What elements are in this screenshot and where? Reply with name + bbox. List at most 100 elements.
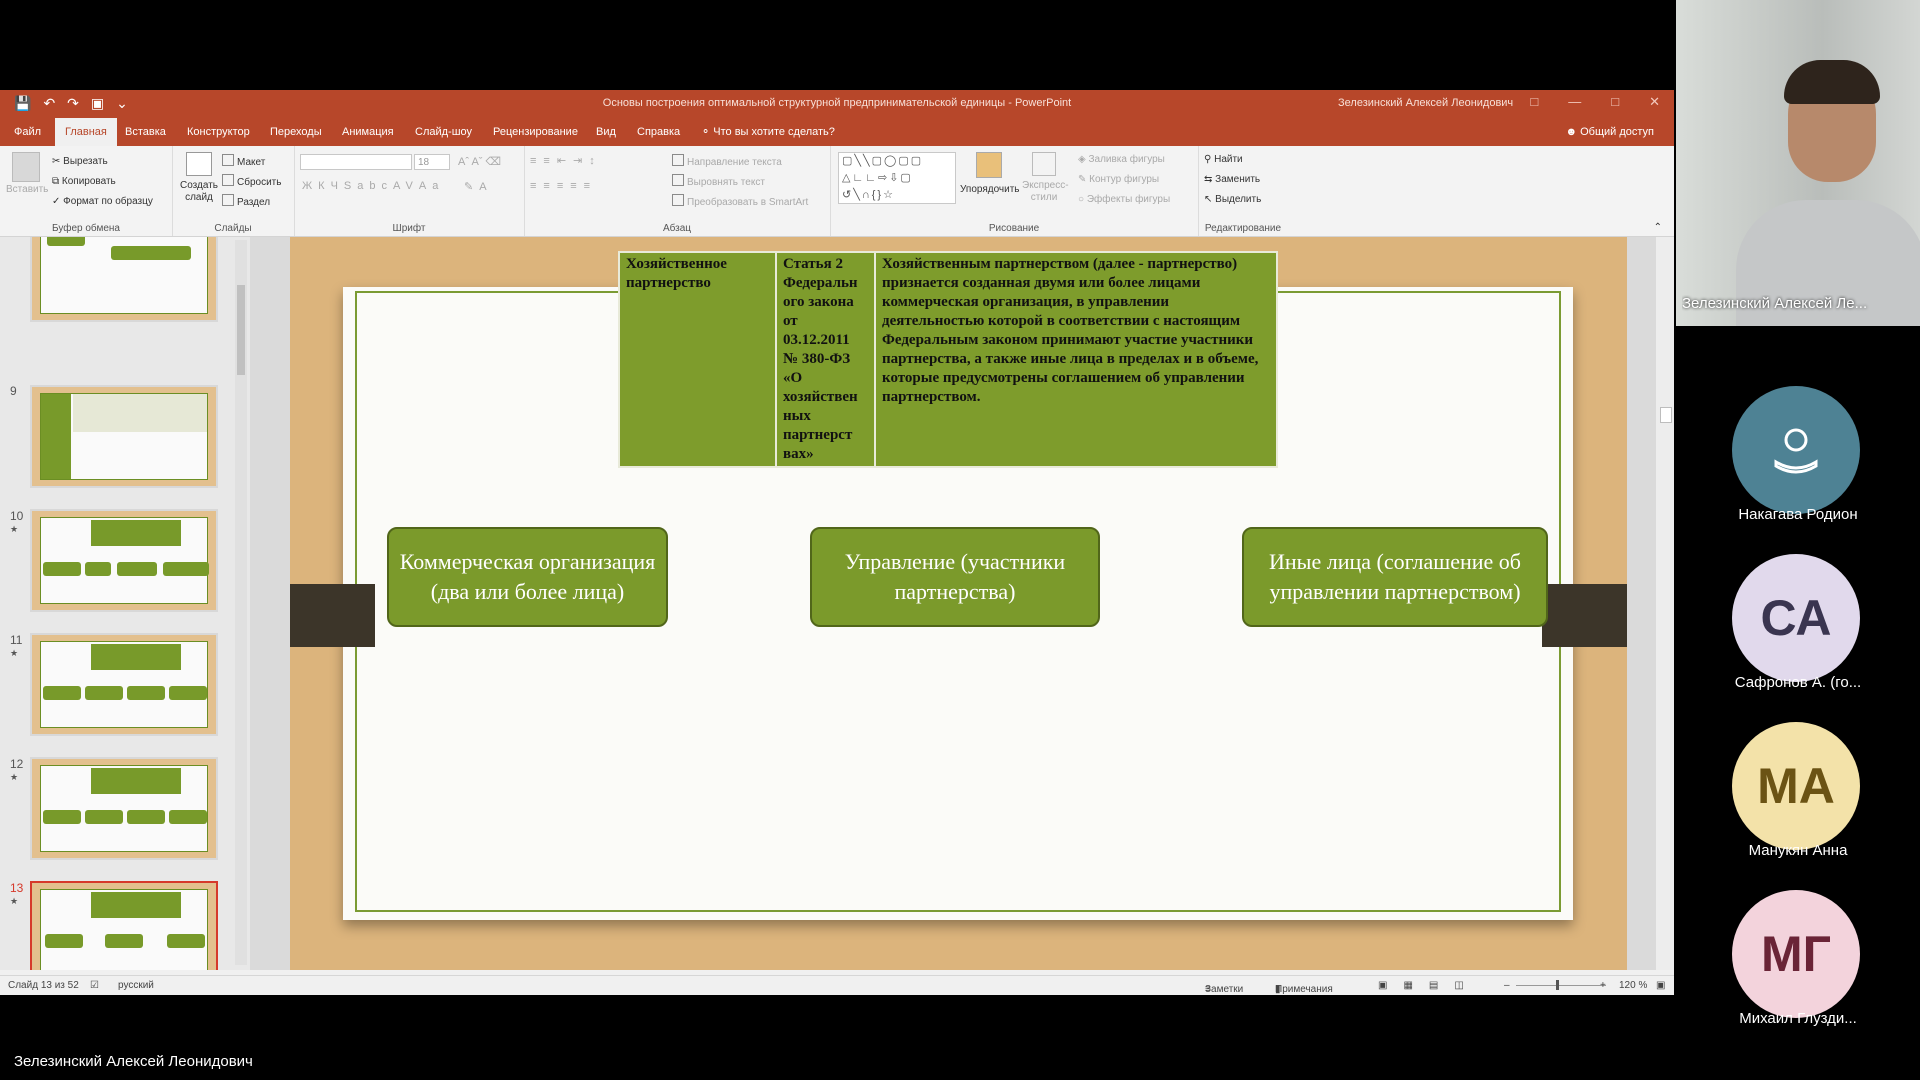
slide-vertical-scrollbar[interactable] — [1656, 237, 1674, 970]
list-indent-icons[interactable]: ≡≡⇤⇥↕ — [530, 154, 602, 167]
ribbon: Вставить ✂ Вырезать ⧉ Копировать ✓ Форма… — [0, 146, 1674, 237]
thumbnail-shape — [43, 686, 81, 700]
pen-icon: ✎ — [1078, 174, 1090, 185]
quick-styles-label: Экспресс-стили — [1022, 180, 1069, 203]
spellcheck-icon[interactable]: ☑ — [90, 980, 99, 991]
tab-insert[interactable]: Вставка — [119, 118, 172, 146]
select-button[interactable]: ↖ Выделить — [1204, 194, 1261, 205]
smartart-button[interactable]: Преобразовать в SmartArt — [672, 194, 808, 208]
font-size-box[interactable]: 18 — [414, 154, 450, 170]
box-other-persons[interactable]: Иные лица (соглашение об управлении парт… — [1242, 527, 1548, 627]
paste-button[interactable]: Вставить — [6, 152, 48, 195]
close-icon[interactable]: ✕ — [1649, 94, 1660, 110]
text-direction-button[interactable]: Направление текста — [672, 154, 782, 168]
find-button[interactable]: ⚲ Найти — [1204, 154, 1243, 165]
font-format-icons[interactable]: ЖКЧSabcAVАа — [302, 180, 444, 192]
shape-effects-label: Эффекты фигуры — [1086, 194, 1171, 205]
tab-file[interactable]: Файл — [8, 118, 47, 146]
cursor-icon: ↖ — [1204, 194, 1216, 205]
slide-thumbnail-8[interactable] — [30, 237, 218, 322]
thumbnail-number: 13 — [10, 881, 24, 895]
participant-avatar[interactable]: МА — [1732, 722, 1860, 850]
slide-thumbnail-13[interactable] — [30, 881, 218, 970]
slide-thumbnail-11[interactable] — [30, 633, 218, 736]
account-user[interactable]: Зелезинский Алексей Леонидович — [1338, 97, 1513, 109]
participant-avatar[interactable] — [1732, 386, 1860, 514]
thumbnail-shape — [43, 562, 81, 576]
tab-review[interactable]: Рецензирование — [487, 118, 584, 146]
zoom-level[interactable]: 120 % — [1619, 980, 1647, 991]
tab-home[interactable]: Главная — [55, 118, 117, 146]
smartart-label: Преобразовать в SmartArt — [687, 197, 809, 208]
alignment-icons[interactable]: ≡≡≡≡≡ — [530, 180, 597, 192]
font-grow-shrink-icons[interactable]: Aˆ Aˇ ⌫ — [458, 155, 501, 168]
table-row: Хозяйственное партнерство Статья 2 Федер… — [618, 251, 1278, 468]
person-icon — [1774, 428, 1818, 474]
view-buttons[interactable]: ▣▦▤◫ — [1378, 980, 1480, 991]
tab-animations[interactable]: Анимация — [336, 118, 400, 146]
cut-button[interactable]: ✂ Вырезать — [52, 156, 108, 167]
format-painter-button[interactable]: ✓ Формат по образцу — [52, 196, 153, 207]
tab-design[interactable]: Конструктор — [181, 118, 256, 146]
fit-slide-icon[interactable]: ▣ — [1656, 980, 1665, 991]
slide-thumbnail-10[interactable] — [30, 509, 218, 612]
collapse-ribbon-icon[interactable]: ⌃ — [1654, 222, 1662, 233]
table-cell-source[interactable]: Статья 2 Федеральн ого закона от 03.12.2… — [775, 251, 876, 468]
zoom-in-icon[interactable]: + — [1600, 980, 1606, 991]
participant-name: Сафронов А. (го... — [1734, 674, 1862, 691]
tab-slideshow[interactable]: Слайд-шоу — [409, 118, 478, 146]
ribbon-display-icon[interactable]: □ — [1530, 94, 1538, 110]
tab-help[interactable]: Справка — [631, 118, 686, 146]
slide-counter: Слайд 13 из 52 — [8, 980, 79, 991]
participant-avatar[interactable]: СА — [1732, 554, 1860, 682]
zoom-slider[interactable] — [1516, 985, 1606, 986]
thumbnail-table — [91, 520, 181, 546]
person-icon: ☻ — [1565, 126, 1581, 138]
tab-transitions[interactable]: Переходы — [264, 118, 328, 146]
tell-me-search[interactable]: ⚬ Что вы хотите сделать? — [695, 118, 841, 146]
table-cell-definition[interactable]: Хозяйственным партнерством (далее - парт… — [874, 251, 1278, 468]
language-indicator[interactable]: русский — [118, 980, 154, 991]
participant-avatar[interactable]: МГ — [1732, 890, 1860, 1018]
thumbnail-shape — [47, 237, 85, 246]
zoom-slider-thumb[interactable] — [1556, 980, 1559, 990]
thumbnail-number: 10 — [10, 509, 24, 523]
slide-thumbnail-9[interactable] — [30, 385, 218, 488]
thumbnail-page — [40, 765, 208, 852]
quick-styles-button[interactable]: Экспресс-стили — [1022, 152, 1069, 204]
slide[interactable]: Хозяйственное партнерство Статья 2 Федер… — [290, 237, 1627, 970]
box-commercial-organization[interactable]: Коммерческая организация (два или более … — [387, 527, 668, 627]
shapes-gallery[interactable]: ▢╲╲▢◯▢▢ △∟∟⇨⇩▢ ↺╲∩{}☆ — [838, 152, 956, 204]
scrollbar-thumb[interactable] — [1660, 407, 1672, 423]
thumbnail-shape — [127, 810, 165, 824]
thumbnail-shape — [43, 810, 81, 824]
table-cell-term[interactable]: Хозяйственное партнерство — [618, 251, 777, 468]
copy-icon: ⧉ — [52, 176, 62, 187]
box-management[interactable]: Управление (участники партнерства) — [810, 527, 1100, 627]
shape-fill-button[interactable]: ◈ Заливка фигуры — [1078, 154, 1165, 165]
minimize-icon[interactable]: — — [1568, 94, 1581, 110]
font-color-icons[interactable]: ✎A — [464, 180, 493, 193]
definition-table[interactable]: Хозяйственное партнерство Статья 2 Федер… — [618, 251, 1278, 468]
maximize-icon[interactable]: □ — [1611, 94, 1619, 110]
font-family-box[interactable] — [300, 154, 412, 170]
arrange-button[interactable]: Упорядочить — [960, 152, 1020, 195]
zoom-out-icon[interactable]: – — [1504, 980, 1510, 991]
shape-effects-button[interactable]: ○ Эффекты фигуры — [1078, 194, 1170, 205]
share-button[interactable]: ☻ Общий доступ — [1565, 118, 1654, 146]
thumbnail-page — [40, 641, 208, 728]
tab-view[interactable]: Вид — [590, 118, 622, 146]
section-button[interactable]: Раздел — [222, 194, 270, 208]
reset-button[interactable]: Сбросить — [222, 174, 281, 188]
thumbnails-scrollbar[interactable] — [235, 240, 247, 965]
slide-thumbnail-12[interactable] — [30, 757, 218, 860]
right-dark-tab — [1542, 584, 1627, 647]
speaker-video-tile[interactable]: Зелезинский Алексей Ле... — [1676, 0, 1920, 326]
shape-outline-button[interactable]: ✎ Контур фигуры — [1078, 174, 1159, 185]
replace-button[interactable]: ⇆ Заменить — [1204, 174, 1260, 185]
scrollbar-thumb[interactable] — [237, 285, 245, 375]
layout-button[interactable]: Макет — [222, 154, 265, 168]
align-text-button[interactable]: Выровнять текст — [672, 174, 765, 188]
copy-button[interactable]: ⧉ Копировать — [52, 176, 116, 187]
new-slide-button[interactable]: Создать слайд — [178, 152, 220, 204]
